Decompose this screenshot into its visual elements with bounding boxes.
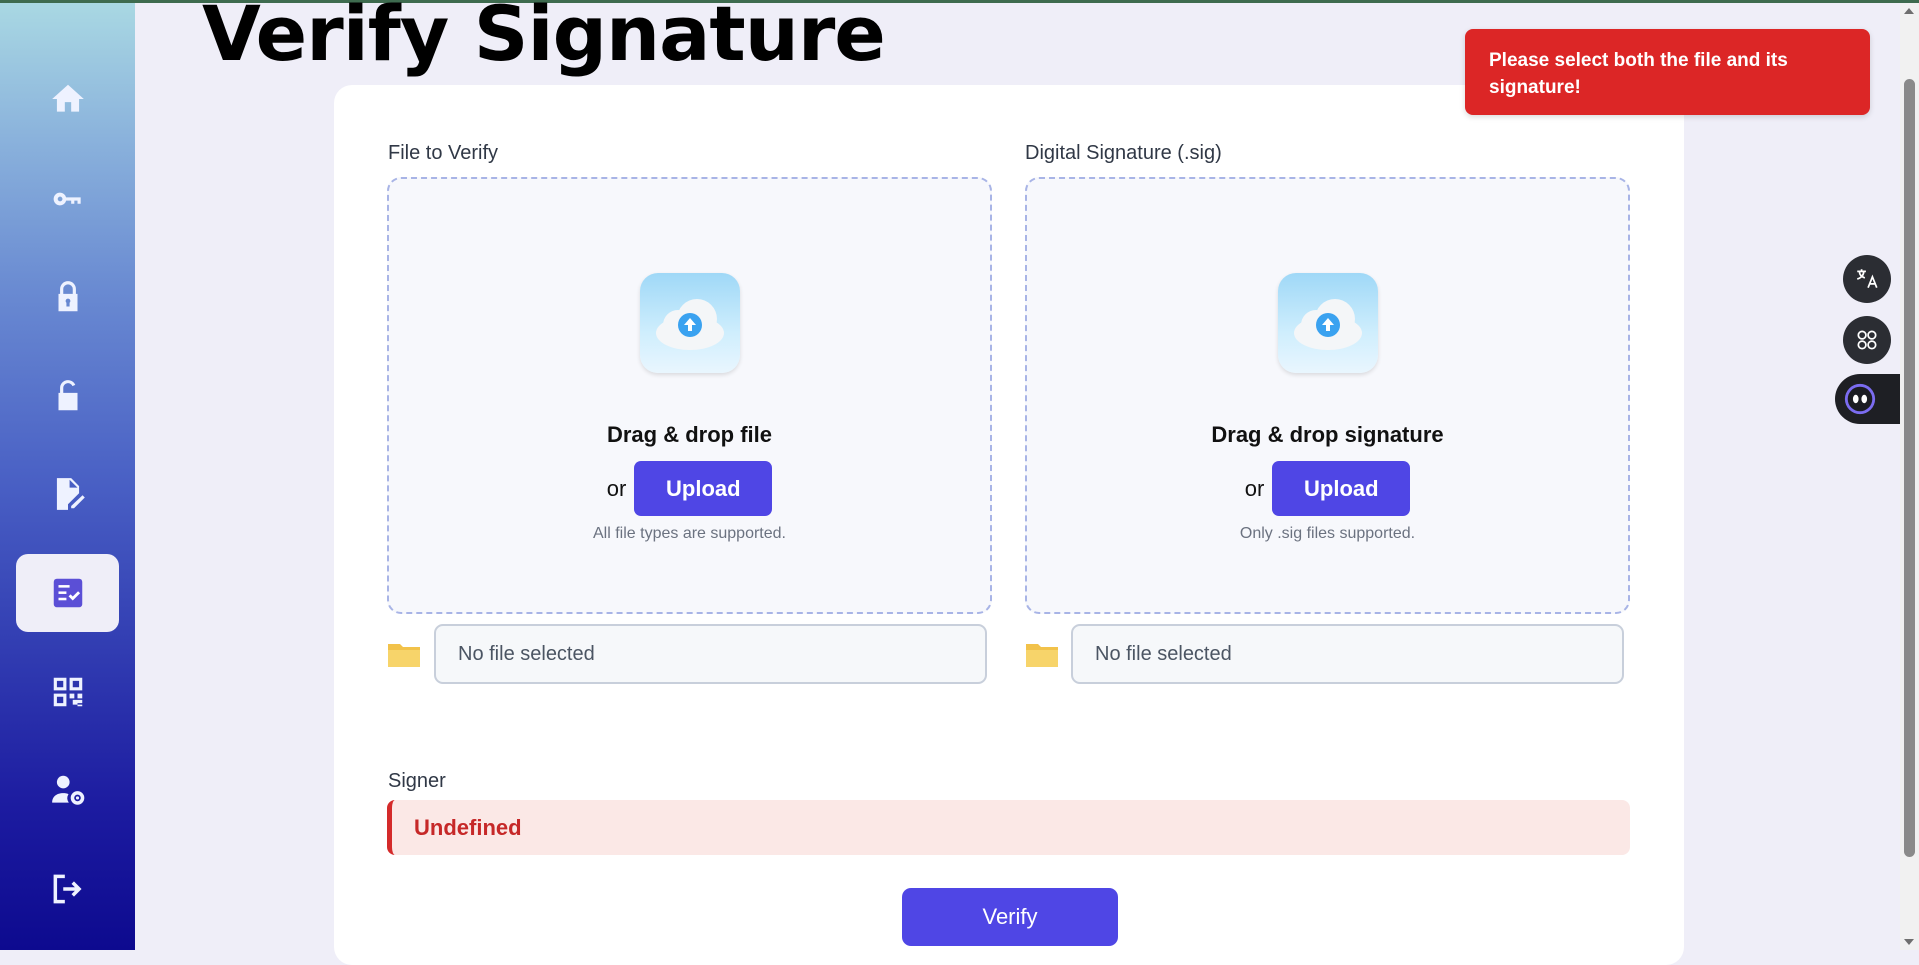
signer-label: Signer	[388, 770, 446, 792]
scrollbar[interactable]	[1900, 3, 1919, 950]
assistant-button[interactable]	[1835, 374, 1905, 424]
or-text: or	[1244, 475, 1265, 501]
sidebar-item-logout[interactable]	[16, 850, 119, 928]
scroll-thumb[interactable]	[1904, 79, 1915, 857]
file-upload-button[interactable]: Upload	[634, 461, 773, 516]
file-dropzone[interactable]: Drag & drop file or Upload All file type…	[387, 177, 992, 614]
signature-name-field[interactable]: No file selected	[1071, 624, 1624, 684]
cloud-upload-icon	[1277, 273, 1378, 373]
assistant-icon	[1844, 383, 1876, 415]
file-to-verify-label: File to Verify	[388, 142, 499, 164]
sidebar-item-account[interactable]	[16, 751, 119, 829]
or-text: or	[606, 475, 627, 501]
page-title: Verify Signature	[202, 0, 886, 78]
unlock-icon	[58, 380, 77, 411]
verify-button[interactable]: Verify	[902, 888, 1118, 946]
user-settings-icon	[51, 775, 84, 805]
scroll-down-arrow[interactable]	[1904, 939, 1914, 945]
sidebar	[0, 3, 135, 950]
signature-dropzone-title: Drag & drop signature	[1211, 422, 1444, 447]
logout-icon	[53, 874, 82, 904]
sign-document-icon	[56, 478, 85, 510]
translate-icon	[1856, 269, 1878, 288]
folder-icon	[388, 644, 420, 667]
sidebar-item-keys[interactable]	[16, 160, 119, 238]
translate-button[interactable]	[1843, 255, 1891, 303]
error-toast[interactable]: Please select both the file and its sign…	[1465, 29, 1870, 115]
signature-upload-button[interactable]: Upload	[1272, 461, 1411, 516]
file-name-field[interactable]: No file selected	[434, 624, 987, 684]
sidebar-item-verify[interactable]	[16, 554, 119, 632]
apps-button[interactable]	[1843, 316, 1891, 364]
lock-icon	[58, 281, 77, 312]
scroll-up-arrow[interactable]	[1904, 8, 1914, 14]
signer-value: Undefined	[387, 800, 1630, 855]
cloud-upload-icon	[639, 273, 740, 373]
sidebar-item-encrypt[interactable]	[16, 258, 119, 336]
sidebar-item-decrypt[interactable]	[16, 357, 119, 435]
signature-label: Digital Signature (.sig)	[1025, 142, 1222, 164]
sidebar-item-qr[interactable]	[16, 653, 119, 731]
signature-type-hint: Only .sig files supported.	[1239, 525, 1416, 542]
key-icon	[53, 192, 81, 206]
signature-dropzone[interactable]: Drag & drop signature or Upload Only .si…	[1025, 177, 1630, 614]
sidebar-item-home[interactable]	[16, 60, 119, 138]
home-icon	[51, 84, 84, 112]
folder-icon	[1026, 644, 1058, 667]
apps-icon	[1857, 330, 1877, 350]
verify-document-icon	[53, 578, 82, 608]
sidebar-item-sign[interactable]	[16, 455, 119, 533]
file-dropzone-title: Drag & drop file	[606, 422, 772, 447]
file-type-hint: All file types are supported.	[593, 525, 786, 542]
qr-code-icon	[53, 677, 82, 707]
